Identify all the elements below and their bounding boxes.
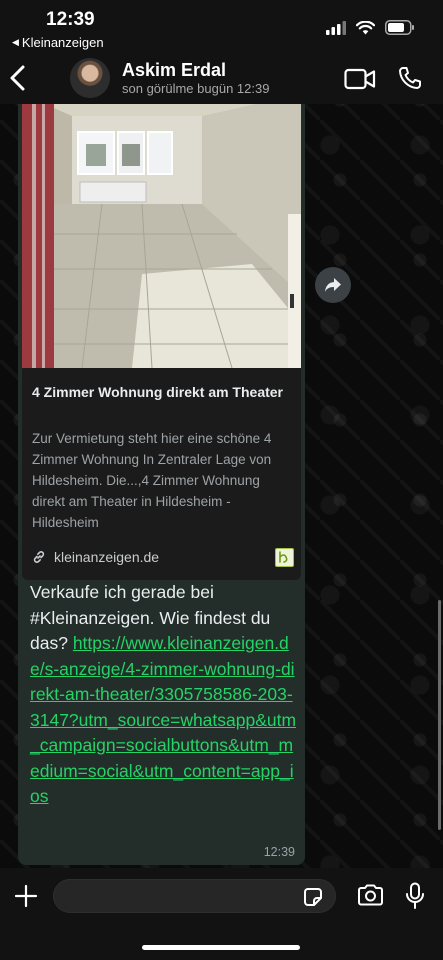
scrollbar[interactable]	[438, 600, 441, 830]
site-favicon	[275, 548, 294, 567]
phone-icon[interactable]	[398, 66, 422, 90]
composer-bar	[0, 868, 443, 960]
contact-last-seen: son görülme bugün 12:39	[122, 81, 270, 96]
chevron-left-icon[interactable]	[6, 64, 32, 92]
sticker-icon[interactable]	[302, 886, 324, 908]
preview-domain-text: kleinanzeigen.de	[54, 549, 160, 565]
forward-icon	[325, 278, 341, 292]
forward-button[interactable]	[315, 267, 351, 303]
microphone-icon[interactable]	[405, 882, 425, 910]
listing-photo	[22, 94, 301, 368]
back-app-label: Kleinanzeigen	[21, 35, 104, 50]
preview-description: Zur Vermietung steht hier eine schöne 4 …	[32, 431, 272, 530]
camera-icon[interactable]	[357, 884, 384, 906]
home-indicator[interactable]	[142, 945, 300, 950]
link-icon	[33, 551, 45, 563]
message-text: Verkaufe ich gerade bei #Kleinanzeigen. …	[30, 580, 298, 810]
status-icons	[326, 20, 415, 35]
chat-header: 12:39 ◀ Kleinanzeigen Askim Erdal son gö…	[0, 0, 443, 104]
contact-name[interactable]: Askim Erdal	[122, 60, 226, 81]
video-call-icon[interactable]	[344, 68, 376, 90]
message-link[interactable]: https://www.kleinanzeigen.de/s-anzeige/4…	[30, 633, 296, 806]
wifi-icon	[356, 20, 375, 34]
contact-bar: Askim Erdal son görülme bugün 12:39	[0, 56, 443, 102]
message-time: 12:39	[263, 845, 295, 859]
preview-title: 4 Zimmer Wohnung direkt am Theater	[32, 384, 284, 400]
signal-icon	[326, 20, 346, 35]
battery-icon	[385, 20, 414, 35]
preview-domain: kleinanzeigen.de	[32, 549, 159, 565]
status-time: 12:39	[46, 9, 95, 30]
avatar[interactable]	[70, 58, 110, 98]
link-preview-card[interactable]: 4 Zimmer Wohnung direkt am Theater Zur V…	[22, 94, 301, 580]
back-triangle-icon: ◀	[12, 37, 19, 47]
back-to-app-link[interactable]: ◀ Kleinanzeigen	[12, 35, 104, 50]
message-input[interactable]	[53, 879, 336, 913]
plus-icon[interactable]	[14, 884, 38, 908]
message-bubble[interactable]: 4 Zimmer Wohnung direkt am Theater Zur V…	[18, 90, 305, 865]
